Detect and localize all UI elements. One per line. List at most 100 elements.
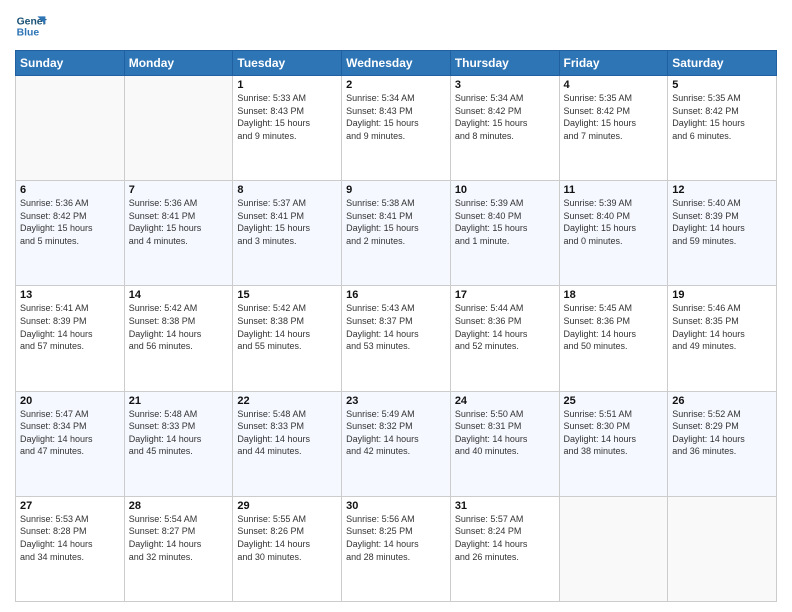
calendar-cell: 19Sunrise: 5:46 AM Sunset: 8:35 PM Dayli… xyxy=(668,286,777,391)
weekday-header: Monday xyxy=(124,51,233,76)
day-info: Sunrise: 5:52 AM Sunset: 8:29 PM Dayligh… xyxy=(672,408,772,458)
day-info: Sunrise: 5:35 AM Sunset: 8:42 PM Dayligh… xyxy=(564,92,664,142)
day-info: Sunrise: 5:47 AM Sunset: 8:34 PM Dayligh… xyxy=(20,408,120,458)
weekday-header: Tuesday xyxy=(233,51,342,76)
day-number: 16 xyxy=(346,289,446,301)
calendar-cell: 13Sunrise: 5:41 AM Sunset: 8:39 PM Dayli… xyxy=(16,286,125,391)
calendar-cell: 17Sunrise: 5:44 AM Sunset: 8:36 PM Dayli… xyxy=(450,286,559,391)
calendar-cell: 14Sunrise: 5:42 AM Sunset: 8:38 PM Dayli… xyxy=(124,286,233,391)
day-info: Sunrise: 5:42 AM Sunset: 8:38 PM Dayligh… xyxy=(237,302,337,352)
logo: General Blue xyxy=(15,10,47,42)
calendar-cell: 28Sunrise: 5:54 AM Sunset: 8:27 PM Dayli… xyxy=(124,496,233,601)
day-number: 12 xyxy=(672,184,772,196)
calendar-cell xyxy=(559,496,668,601)
day-info: Sunrise: 5:39 AM Sunset: 8:40 PM Dayligh… xyxy=(564,197,664,247)
calendar-cell: 2Sunrise: 5:34 AM Sunset: 8:43 PM Daylig… xyxy=(342,76,451,181)
calendar-table: SundayMondayTuesdayWednesdayThursdayFrid… xyxy=(15,50,777,602)
day-number: 28 xyxy=(129,500,229,512)
day-number: 18 xyxy=(564,289,664,301)
weekday-header: Saturday xyxy=(668,51,777,76)
day-info: Sunrise: 5:39 AM Sunset: 8:40 PM Dayligh… xyxy=(455,197,555,247)
calendar-cell: 12Sunrise: 5:40 AM Sunset: 8:39 PM Dayli… xyxy=(668,181,777,286)
day-number: 13 xyxy=(20,289,120,301)
calendar-cell: 11Sunrise: 5:39 AM Sunset: 8:40 PM Dayli… xyxy=(559,181,668,286)
day-number: 22 xyxy=(237,395,337,407)
calendar-cell: 23Sunrise: 5:49 AM Sunset: 8:32 PM Dayli… xyxy=(342,391,451,496)
day-info: Sunrise: 5:37 AM Sunset: 8:41 PM Dayligh… xyxy=(237,197,337,247)
calendar-cell: 27Sunrise: 5:53 AM Sunset: 8:28 PM Dayli… xyxy=(16,496,125,601)
day-info: Sunrise: 5:34 AM Sunset: 8:43 PM Dayligh… xyxy=(346,92,446,142)
calendar-cell: 30Sunrise: 5:56 AM Sunset: 8:25 PM Dayli… xyxy=(342,496,451,601)
calendar-cell: 25Sunrise: 5:51 AM Sunset: 8:30 PM Dayli… xyxy=(559,391,668,496)
day-number: 9 xyxy=(346,184,446,196)
day-number: 17 xyxy=(455,289,555,301)
calendar-cell: 21Sunrise: 5:48 AM Sunset: 8:33 PM Dayli… xyxy=(124,391,233,496)
calendar-week-row: 6Sunrise: 5:36 AM Sunset: 8:42 PM Daylig… xyxy=(16,181,777,286)
day-number: 14 xyxy=(129,289,229,301)
day-number: 11 xyxy=(564,184,664,196)
day-number: 3 xyxy=(455,79,555,91)
day-info: Sunrise: 5:48 AM Sunset: 8:33 PM Dayligh… xyxy=(129,408,229,458)
day-number: 19 xyxy=(672,289,772,301)
day-number: 29 xyxy=(237,500,337,512)
day-info: Sunrise: 5:54 AM Sunset: 8:27 PM Dayligh… xyxy=(129,513,229,563)
day-info: Sunrise: 5:35 AM Sunset: 8:42 PM Dayligh… xyxy=(672,92,772,142)
weekday-header: Sunday xyxy=(16,51,125,76)
day-info: Sunrise: 5:45 AM Sunset: 8:36 PM Dayligh… xyxy=(564,302,664,352)
day-info: Sunrise: 5:36 AM Sunset: 8:42 PM Dayligh… xyxy=(20,197,120,247)
day-info: Sunrise: 5:44 AM Sunset: 8:36 PM Dayligh… xyxy=(455,302,555,352)
day-info: Sunrise: 5:56 AM Sunset: 8:25 PM Dayligh… xyxy=(346,513,446,563)
calendar-cell xyxy=(124,76,233,181)
calendar-cell: 5Sunrise: 5:35 AM Sunset: 8:42 PM Daylig… xyxy=(668,76,777,181)
calendar-cell: 31Sunrise: 5:57 AM Sunset: 8:24 PM Dayli… xyxy=(450,496,559,601)
calendar-cell: 16Sunrise: 5:43 AM Sunset: 8:37 PM Dayli… xyxy=(342,286,451,391)
svg-text:Blue: Blue xyxy=(17,28,40,39)
calendar-cell: 22Sunrise: 5:48 AM Sunset: 8:33 PM Dayli… xyxy=(233,391,342,496)
day-number: 24 xyxy=(455,395,555,407)
day-info: Sunrise: 5:49 AM Sunset: 8:32 PM Dayligh… xyxy=(346,408,446,458)
day-number: 23 xyxy=(346,395,446,407)
calendar-week-row: 27Sunrise: 5:53 AM Sunset: 8:28 PM Dayli… xyxy=(16,496,777,601)
calendar-cell: 3Sunrise: 5:34 AM Sunset: 8:42 PM Daylig… xyxy=(450,76,559,181)
day-number: 7 xyxy=(129,184,229,196)
day-number: 5 xyxy=(672,79,772,91)
page-container: General Blue SundayMondayTuesdayWednesda… xyxy=(0,0,792,612)
day-number: 15 xyxy=(237,289,337,301)
day-info: Sunrise: 5:43 AM Sunset: 8:37 PM Dayligh… xyxy=(346,302,446,352)
calendar-week-row: 13Sunrise: 5:41 AM Sunset: 8:39 PM Dayli… xyxy=(16,286,777,391)
weekday-header: Thursday xyxy=(450,51,559,76)
day-number: 1 xyxy=(237,79,337,91)
day-info: Sunrise: 5:46 AM Sunset: 8:35 PM Dayligh… xyxy=(672,302,772,352)
day-number: 31 xyxy=(455,500,555,512)
calendar-header-row: SundayMondayTuesdayWednesdayThursdayFrid… xyxy=(16,51,777,76)
day-info: Sunrise: 5:48 AM Sunset: 8:33 PM Dayligh… xyxy=(237,408,337,458)
day-number: 6 xyxy=(20,184,120,196)
day-number: 26 xyxy=(672,395,772,407)
day-info: Sunrise: 5:41 AM Sunset: 8:39 PM Dayligh… xyxy=(20,302,120,352)
calendar-cell: 29Sunrise: 5:55 AM Sunset: 8:26 PM Dayli… xyxy=(233,496,342,601)
calendar-cell: 1Sunrise: 5:33 AM Sunset: 8:43 PM Daylig… xyxy=(233,76,342,181)
day-number: 2 xyxy=(346,79,446,91)
day-number: 21 xyxy=(129,395,229,407)
day-number: 10 xyxy=(455,184,555,196)
calendar-cell: 20Sunrise: 5:47 AM Sunset: 8:34 PM Dayli… xyxy=(16,391,125,496)
header: General Blue xyxy=(15,10,777,42)
calendar-cell: 6Sunrise: 5:36 AM Sunset: 8:42 PM Daylig… xyxy=(16,181,125,286)
day-number: 8 xyxy=(237,184,337,196)
day-info: Sunrise: 5:38 AM Sunset: 8:41 PM Dayligh… xyxy=(346,197,446,247)
calendar-cell: 26Sunrise: 5:52 AM Sunset: 8:29 PM Dayli… xyxy=(668,391,777,496)
calendar-cell xyxy=(668,496,777,601)
day-info: Sunrise: 5:50 AM Sunset: 8:31 PM Dayligh… xyxy=(455,408,555,458)
day-number: 4 xyxy=(564,79,664,91)
day-info: Sunrise: 5:53 AM Sunset: 8:28 PM Dayligh… xyxy=(20,513,120,563)
calendar-cell: 8Sunrise: 5:37 AM Sunset: 8:41 PM Daylig… xyxy=(233,181,342,286)
calendar-week-row: 20Sunrise: 5:47 AM Sunset: 8:34 PM Dayli… xyxy=(16,391,777,496)
day-info: Sunrise: 5:40 AM Sunset: 8:39 PM Dayligh… xyxy=(672,197,772,247)
calendar-cell xyxy=(16,76,125,181)
calendar-cell: 15Sunrise: 5:42 AM Sunset: 8:38 PM Dayli… xyxy=(233,286,342,391)
day-number: 30 xyxy=(346,500,446,512)
day-info: Sunrise: 5:36 AM Sunset: 8:41 PM Dayligh… xyxy=(129,197,229,247)
day-info: Sunrise: 5:57 AM Sunset: 8:24 PM Dayligh… xyxy=(455,513,555,563)
day-number: 25 xyxy=(564,395,664,407)
calendar-cell: 7Sunrise: 5:36 AM Sunset: 8:41 PM Daylig… xyxy=(124,181,233,286)
